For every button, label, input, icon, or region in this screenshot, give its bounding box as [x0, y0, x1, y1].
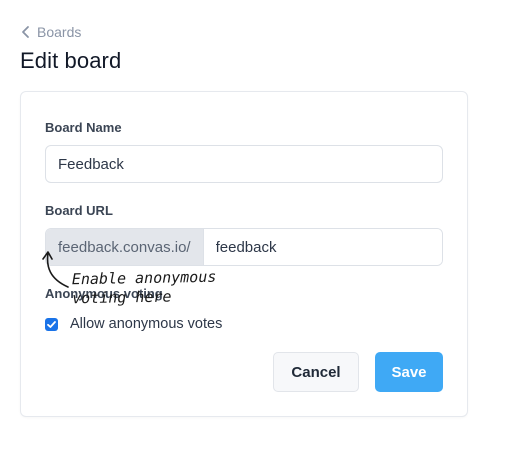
page-title: Edit board — [20, 48, 122, 73]
board-name-label: Board Name — [45, 120, 122, 135]
breadcrumb[interactable]: Boards — [20, 23, 81, 41]
annotation-text: Enable anonymous voting here — [72, 268, 217, 309]
annotation-callout: Enable anonymous voting here — [20, 247, 250, 317]
anonymous-votes-checkbox-label[interactable]: Allow anonymous votes — [70, 316, 222, 332]
annotation-line-1: Enable anonymous — [71, 267, 217, 289]
annotation-line-2: voting here — [72, 287, 172, 308]
chevron-left-icon — [22, 26, 29, 38]
board-url-label: Board URL — [45, 203, 113, 218]
save-button[interactable]: Save — [375, 352, 443, 392]
anonymous-votes-row: Allow anonymous votes — [45, 315, 222, 333]
anonymous-votes-checkbox[interactable] — [45, 317, 58, 331]
breadcrumb-label[interactable]: Boards — [37, 24, 81, 40]
cancel-button[interactable]: Cancel — [273, 352, 359, 392]
board-name-input[interactable] — [45, 145, 443, 183]
checkmark-icon — [47, 320, 56, 328]
